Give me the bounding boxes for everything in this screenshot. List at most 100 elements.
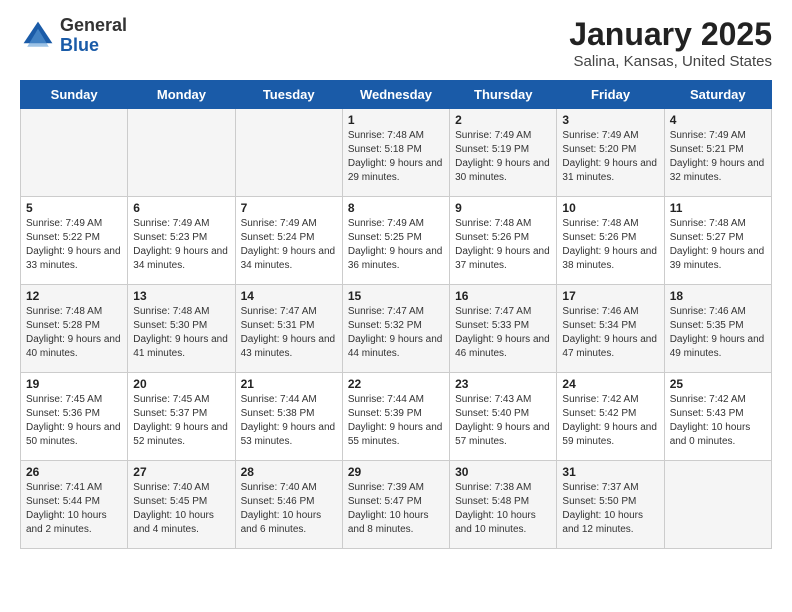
calendar-cell: 14 Sunrise: 7:47 AM Sunset: 5:31 PM Dayli… [235, 285, 342, 373]
day-info: Sunrise: 7:37 AM Sunset: 5:50 PM Dayligh… [562, 481, 658, 537]
calendar-cell: 11 Sunrise: 7:48 AM Sunset: 5:27 PM Dayli… [664, 197, 771, 285]
calendar-week-row: 12 Sunrise: 7:48 AM Sunset: 5:28 PM Dayli… [21, 285, 772, 373]
day-info: Sunrise: 7:47 AM Sunset: 5:31 PM Dayligh… [241, 305, 337, 361]
weekday-header-thursday: Thursday [450, 81, 557, 109]
day-info: Sunrise: 7:47 AM Sunset: 5:32 PM Dayligh… [348, 305, 444, 361]
calendar-cell: 22 Sunrise: 7:44 AM Sunset: 5:39 PM Dayli… [342, 373, 449, 461]
day-number: 1 [348, 113, 444, 127]
calendar-cell: 17 Sunrise: 7:46 AM Sunset: 5:34 PM Dayli… [557, 285, 664, 373]
logo: General Blue [20, 16, 127, 56]
calendar-week-row: 1 Sunrise: 7:48 AM Sunset: 5:18 PM Daylig… [21, 109, 772, 197]
calendar-cell: 24Sunrise: 7:42 AM Sunset: 5:42 PM Dayli… [557, 373, 664, 461]
day-number: 12 [26, 289, 122, 303]
weekday-header-wednesday: Wednesday [342, 81, 449, 109]
calendar-cell: 4Sunrise: 7:49 AM Sunset: 5:21 PM Daylig… [664, 109, 771, 197]
calendar-cell: 27Sunrise: 7:40 AM Sunset: 5:45 PM Dayli… [128, 461, 235, 549]
day-info: Sunrise: 7:43 AM Sunset: 5:40 PM Dayligh… [455, 393, 551, 449]
calendar-cell: 29 Sunrise: 7:39 AM Sunset: 5:47 PM Dayli… [342, 461, 449, 549]
calendar-cell: 9 Sunrise: 7:48 AM Sunset: 5:26 PM Daylig… [450, 197, 557, 285]
day-info: Sunrise: 7:42 AM Sunset: 5:43 PM Dayligh… [670, 393, 766, 449]
day-info: Sunrise: 7:45 AM Sunset: 5:37 PM Dayligh… [133, 393, 229, 449]
day-info: Sunrise: 7:48 AM Sunset: 5:28 PM Dayligh… [26, 305, 122, 361]
day-info: Sunrise: 7:48 AM Sunset: 5:30 PM Dayligh… [133, 305, 229, 361]
calendar-table: SundayMondayTuesdayWednesdayThursdayFrid… [20, 80, 772, 549]
day-info: Sunrise: 7:46 AM Sunset: 5:34 PM Dayligh… [562, 305, 658, 361]
day-number: 14 [241, 289, 337, 303]
day-number: 5 [26, 201, 122, 215]
day-number: 2 [455, 113, 551, 127]
calendar-week-row: 5Sunrise: 7:49 AM Sunset: 5:22 PM Daylig… [21, 197, 772, 285]
day-info: Sunrise: 7:46 AM Sunset: 5:35 PM Dayligh… [670, 305, 766, 361]
calendar-cell: 8 Sunrise: 7:49 AM Sunset: 5:25 PM Daylig… [342, 197, 449, 285]
day-info: Sunrise: 7:41 AM Sunset: 5:44 PM Dayligh… [26, 481, 122, 537]
logo-icon [20, 18, 56, 54]
subtitle: Salina, Kansas, United States [569, 53, 772, 70]
day-info: Sunrise: 7:49 AM Sunset: 5:20 PM Dayligh… [562, 129, 658, 185]
main-title: January 2025 [569, 16, 772, 53]
calendar-cell: 23 Sunrise: 7:43 AM Sunset: 5:40 PM Dayli… [450, 373, 557, 461]
day-info: Sunrise: 7:48 AM Sunset: 5:26 PM Dayligh… [455, 217, 551, 273]
day-info: Sunrise: 7:40 AM Sunset: 5:46 PM Dayligh… [241, 481, 337, 537]
calendar-cell: 6Sunrise: 7:49 AM Sunset: 5:23 PM Daylig… [128, 197, 235, 285]
day-number: 13 [133, 289, 229, 303]
day-number: 18 [670, 289, 766, 303]
day-info: Sunrise: 7:48 AM Sunset: 5:27 PM Dayligh… [670, 217, 766, 273]
day-number: 11 [670, 201, 766, 215]
calendar-cell: 12 Sunrise: 7:48 AM Sunset: 5:28 PM Dayli… [21, 285, 128, 373]
day-info: Sunrise: 7:49 AM Sunset: 5:24 PM Dayligh… [241, 217, 337, 273]
day-number: 3 [562, 113, 658, 127]
day-info: Sunrise: 7:44 AM Sunset: 5:39 PM Dayligh… [348, 393, 444, 449]
weekday-header-sunday: Sunday [21, 81, 128, 109]
calendar-cell: 31 Sunrise: 7:37 AM Sunset: 5:50 PM Dayli… [557, 461, 664, 549]
day-number: 15 [348, 289, 444, 303]
day-number: 22 [348, 377, 444, 391]
calendar-cell: 2 Sunrise: 7:49 AM Sunset: 5:19 PM Daylig… [450, 109, 557, 197]
calendar-cell: 20 Sunrise: 7:45 AM Sunset: 5:37 PM Dayli… [128, 373, 235, 461]
day-number: 7 [241, 201, 337, 215]
calendar-cell: 26 Sunrise: 7:41 AM Sunset: 5:44 PM Dayli… [21, 461, 128, 549]
day-info: Sunrise: 7:39 AM Sunset: 5:47 PM Dayligh… [348, 481, 444, 537]
calendar-cell: 18 Sunrise: 7:46 AM Sunset: 5:35 PM Dayli… [664, 285, 771, 373]
day-number: 9 [455, 201, 551, 215]
day-info: Sunrise: 7:49 AM Sunset: 5:21 PM Dayligh… [670, 129, 766, 185]
day-number: 16 [455, 289, 551, 303]
weekday-header-monday: Monday [128, 81, 235, 109]
calendar-cell: 16 Sunrise: 7:47 AM Sunset: 5:33 PM Dayli… [450, 285, 557, 373]
day-info: Sunrise: 7:40 AM Sunset: 5:45 PM Dayligh… [133, 481, 229, 537]
calendar-week-row: 26 Sunrise: 7:41 AM Sunset: 5:44 PM Dayli… [21, 461, 772, 549]
day-info: Sunrise: 7:48 AM Sunset: 5:18 PM Dayligh… [348, 129, 444, 185]
day-info: Sunrise: 7:38 AM Sunset: 5:48 PM Dayligh… [455, 481, 551, 537]
calendar-cell: 1 Sunrise: 7:48 AM Sunset: 5:18 PM Daylig… [342, 109, 449, 197]
calendar-cell: 13 Sunrise: 7:48 AM Sunset: 5:30 PM Dayli… [128, 285, 235, 373]
day-number: 24 [562, 377, 658, 391]
logo-blue-text: Blue [60, 36, 127, 56]
day-number: 19 [26, 377, 122, 391]
weekday-header-friday: Friday [557, 81, 664, 109]
calendar-cell: 19Sunrise: 7:45 AM Sunset: 5:36 PM Dayli… [21, 373, 128, 461]
day-info: Sunrise: 7:49 AM Sunset: 5:19 PM Dayligh… [455, 129, 551, 185]
day-info: Sunrise: 7:48 AM Sunset: 5:26 PM Dayligh… [562, 217, 658, 273]
logo-general-text: General [60, 16, 127, 36]
calendar-cell: 3 Sunrise: 7:49 AM Sunset: 5:20 PM Daylig… [557, 109, 664, 197]
logo-text: General Blue [60, 16, 127, 56]
calendar-week-row: 19Sunrise: 7:45 AM Sunset: 5:36 PM Dayli… [21, 373, 772, 461]
calendar-cell [128, 109, 235, 197]
day-number: 21 [241, 377, 337, 391]
day-info: Sunrise: 7:44 AM Sunset: 5:38 PM Dayligh… [241, 393, 337, 449]
day-number: 29 [348, 465, 444, 479]
day-number: 28 [241, 465, 337, 479]
day-number: 26 [26, 465, 122, 479]
calendar-cell: 10Sunrise: 7:48 AM Sunset: 5:26 PM Dayli… [557, 197, 664, 285]
calendar-cell: 30Sunrise: 7:38 AM Sunset: 5:48 PM Dayli… [450, 461, 557, 549]
day-number: 17 [562, 289, 658, 303]
calendar-cell [235, 109, 342, 197]
day-number: 20 [133, 377, 229, 391]
day-info: Sunrise: 7:49 AM Sunset: 5:25 PM Dayligh… [348, 217, 444, 273]
weekday-header-saturday: Saturday [664, 81, 771, 109]
day-number: 23 [455, 377, 551, 391]
day-info: Sunrise: 7:47 AM Sunset: 5:33 PM Dayligh… [455, 305, 551, 361]
day-info: Sunrise: 7:49 AM Sunset: 5:23 PM Dayligh… [133, 217, 229, 273]
day-number: 31 [562, 465, 658, 479]
day-number: 8 [348, 201, 444, 215]
weekday-header-tuesday: Tuesday [235, 81, 342, 109]
